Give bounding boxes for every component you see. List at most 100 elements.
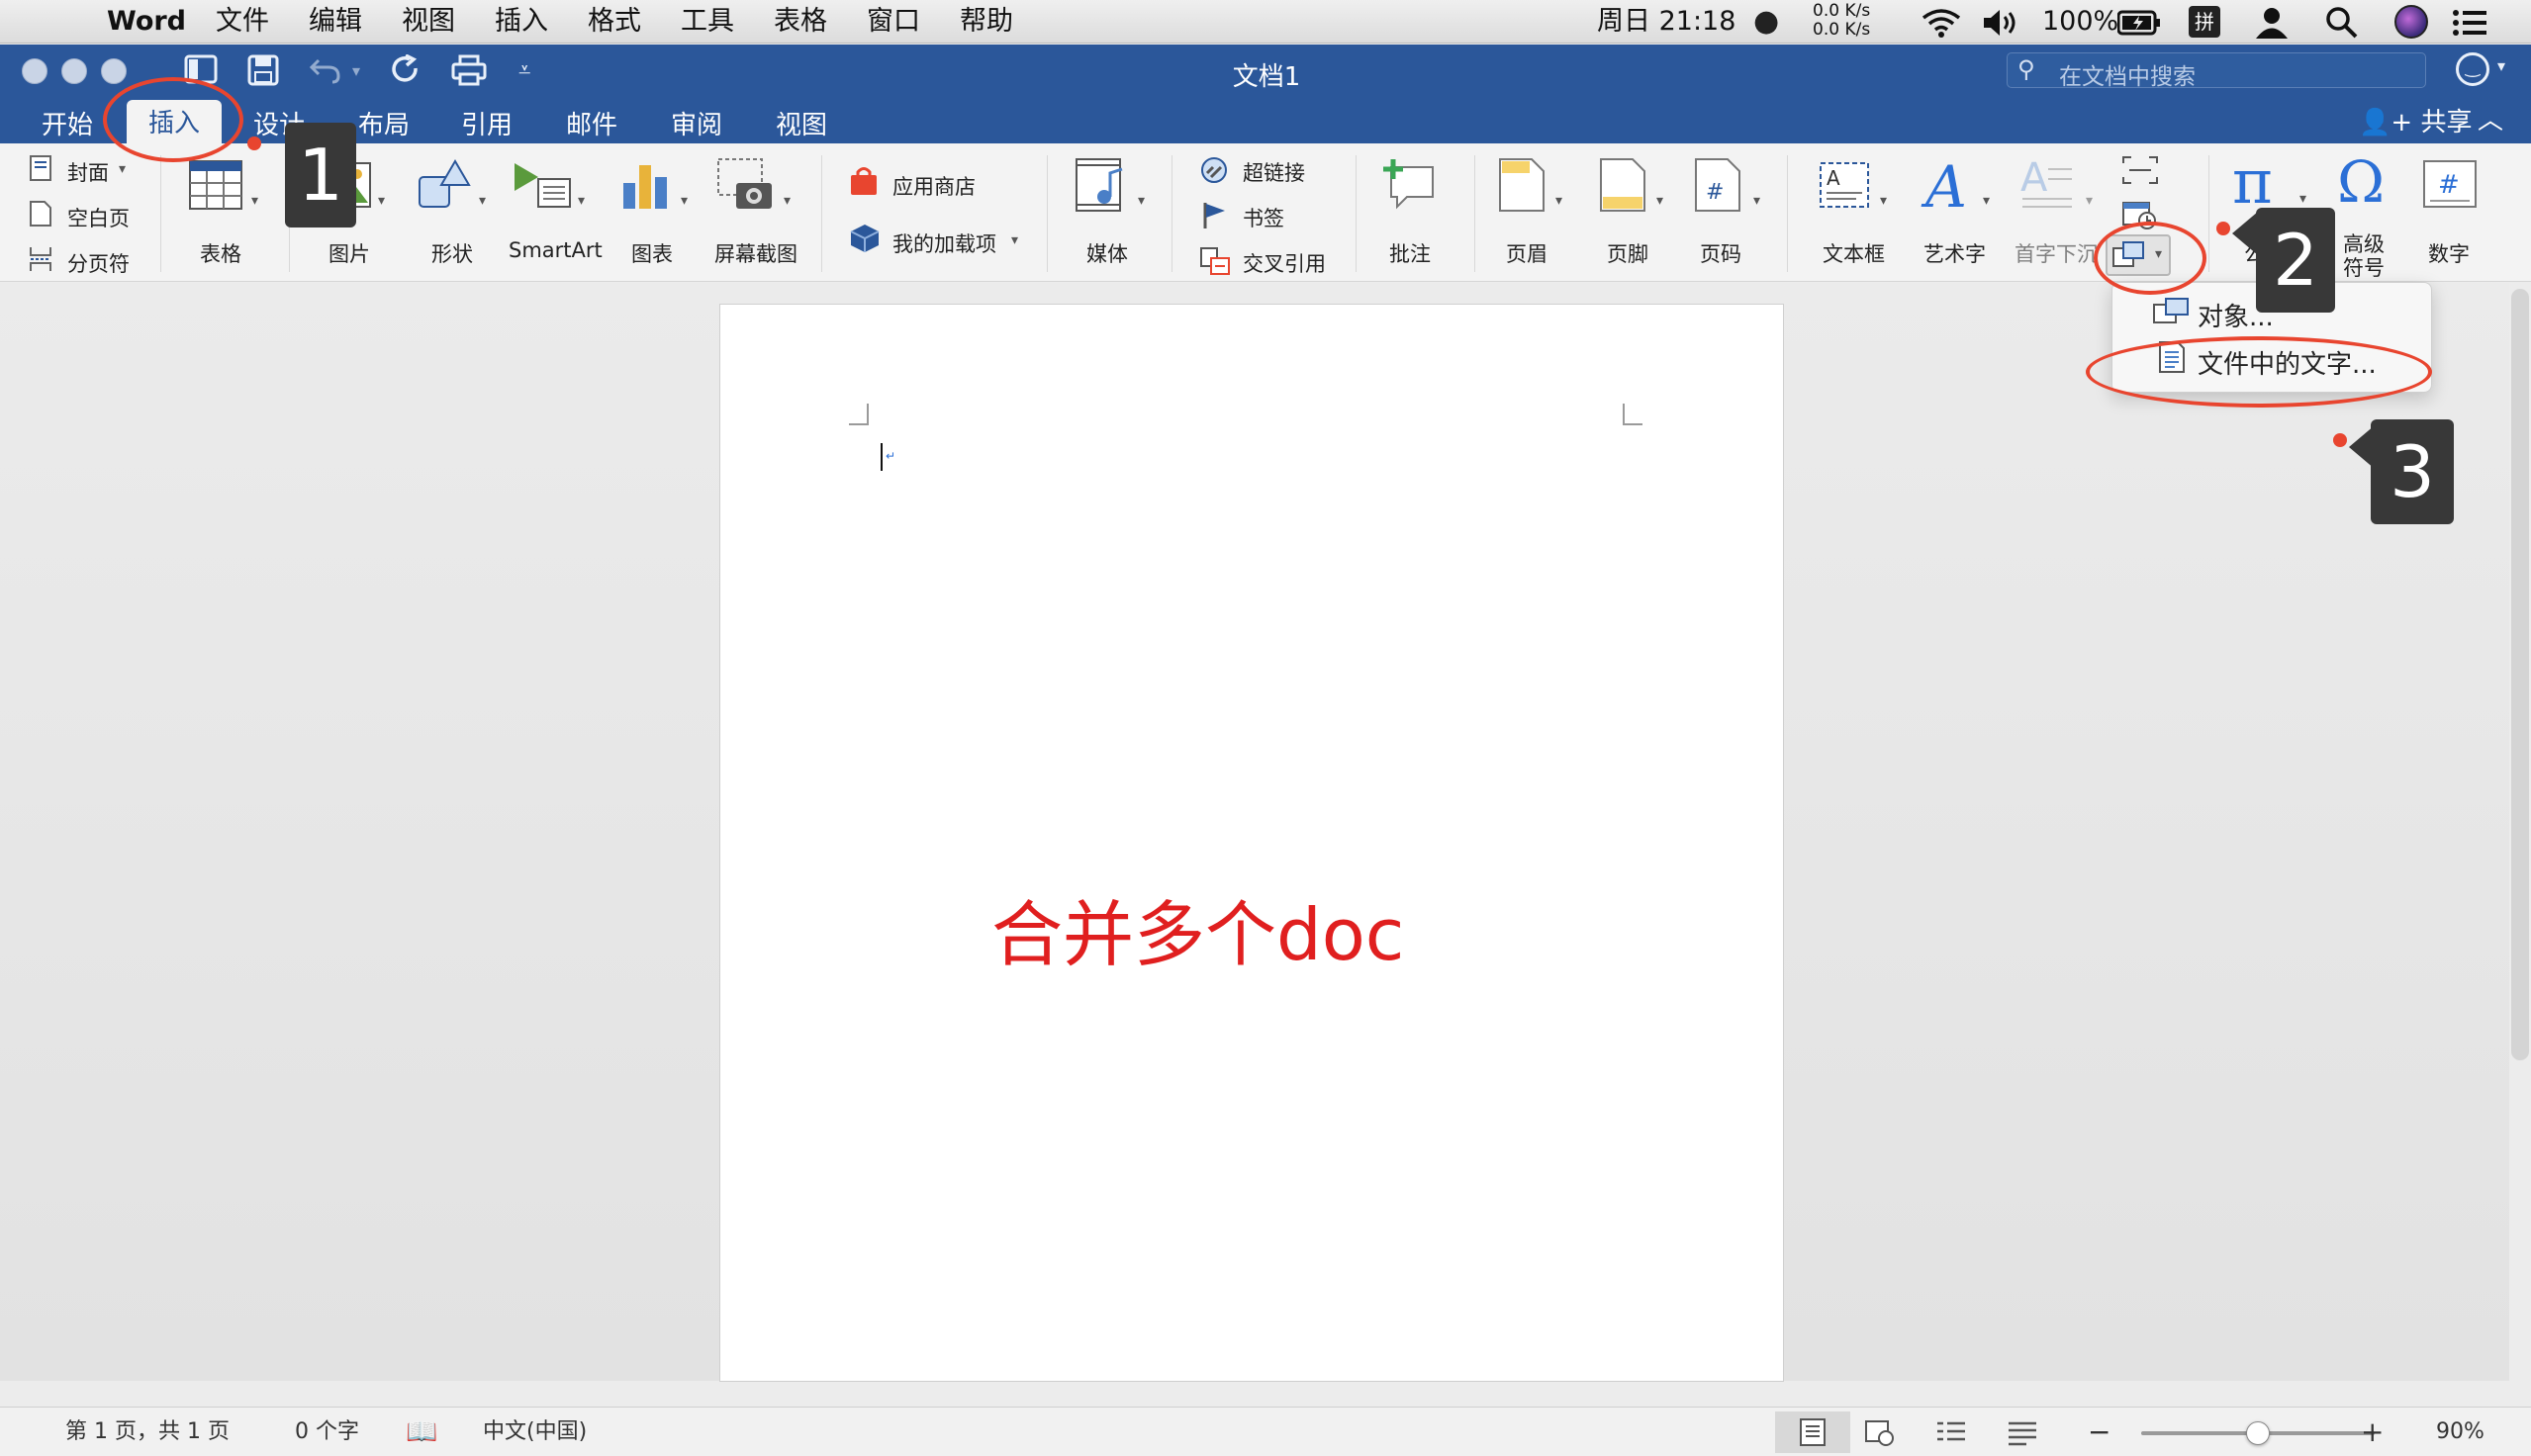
chart-dropdown-icon: ▾ — [681, 193, 689, 209]
menu-help[interactable]: 帮助 — [960, 0, 1013, 44]
my-addins-dropdown-icon: ▾ — [1011, 232, 1019, 248]
hyperlink-icon — [1201, 157, 1227, 183]
menu-file[interactable]: 文件 — [216, 0, 269, 44]
tab-mailings[interactable]: 邮件 — [566, 106, 617, 145]
annotation-step-2: 2 — [2256, 208, 2335, 313]
number-label: 数字 — [2428, 242, 2470, 266]
screenshot-icon — [717, 158, 772, 209]
siri-icon[interactable] — [2394, 5, 2428, 39]
network-speed: 0.0 K/s 0.0 K/s — [1813, 2, 1870, 40]
tab-references[interactable]: 引用 — [461, 106, 513, 145]
draft-view-icon[interactable] — [2007, 1419, 2038, 1451]
outline-view-icon[interactable] — [1935, 1419, 1967, 1451]
undo-icon[interactable] — [309, 54, 342, 92]
zoom-slider-thumb[interactable] — [2246, 1421, 2270, 1445]
media-button[interactable]: ▾ 媒体 — [1071, 155, 1154, 274]
menu-window[interactable]: 窗口 — [867, 0, 920, 44]
zoom-window-button[interactable] — [101, 58, 127, 84]
save-icon[interactable] — [247, 54, 279, 94]
menu-app-name[interactable]: Word — [107, 0, 186, 44]
web-layout-icon[interactable] — [1864, 1419, 1896, 1451]
footer-dropdown-icon: ▾ — [1656, 193, 1664, 209]
tab-layout[interactable]: 布局 — [358, 106, 410, 145]
feedback-dropdown-icon[interactable]: ▾ — [2497, 56, 2505, 75]
proofing-icon[interactable]: 📖 — [406, 1408, 437, 1456]
spotlight-icon[interactable] — [2325, 0, 2359, 44]
menu-insert[interactable]: 插入 — [495, 0, 548, 44]
signature-line-button[interactable] — [2121, 153, 2159, 187]
macos-menubar: Word 文件 编辑 视图 插入 格式 工具 表格 窗口 帮助 周日 21:18… — [0, 0, 2531, 44]
print-icon[interactable] — [451, 54, 487, 94]
header-button[interactable]: ▾ 页眉 — [1492, 155, 1571, 274]
zoom-out-button[interactable]: − — [2088, 1408, 2110, 1456]
tab-view[interactable]: 视图 — [776, 106, 827, 145]
page-break-icon — [30, 247, 51, 271]
share-label: 共享 — [2420, 108, 2473, 137]
comment-button[interactable]: 批注 — [1377, 155, 1447, 274]
page-count[interactable]: 第 1 页，共 1 页 — [65, 1408, 230, 1456]
document-body-text[interactable]: 合并多个doc — [991, 876, 1404, 980]
tab-review[interactable]: 审阅 — [671, 106, 722, 145]
word-count[interactable]: 0 个字 — [295, 1408, 359, 1456]
number-button[interactable]: # 数字 — [2416, 155, 2491, 274]
input-method-indicator[interactable]: 拼 — [2189, 6, 2220, 38]
menu-tools[interactable]: 工具 — [681, 0, 734, 44]
search-box[interactable]: ⚲ 在文档中搜索 — [2007, 52, 2426, 90]
status-bar: 第 1 页，共 1 页 0 个字 📖 中文(中国) − + 90% — [0, 1407, 2531, 1456]
dropcap-button[interactable]: A ▾ 首字下沉 — [2013, 155, 2098, 274]
close-window-button[interactable] — [22, 58, 47, 84]
media-dropdown-icon: ▾ — [1138, 193, 1146, 209]
dropcap-icon: A — [2020, 157, 2072, 208]
volume-icon[interactable] — [1981, 0, 2020, 44]
menubar-clock[interactable]: 周日 21:18 — [1597, 0, 1735, 44]
notification-center-icon[interactable] — [2452, 0, 2487, 44]
collapse-ribbon-icon[interactable]: ︿ — [2478, 100, 2503, 136]
smartart-button[interactable]: ▾ SmartArt — [505, 155, 604, 274]
paragraph-mark-icon: ↵ — [886, 449, 896, 463]
share-button[interactable]: 👤+ 共享 — [2359, 102, 2472, 138]
smartart-dropdown-icon: ▾ — [578, 193, 586, 209]
dropcap-dropdown-icon: ▾ — [2086, 193, 2094, 209]
vertical-scrollbar[interactable] — [2511, 289, 2529, 1060]
chart-button[interactable]: ▾ 图表 — [613, 155, 695, 274]
menu-format[interactable]: 格式 — [588, 0, 641, 44]
annotation-circle-text-from-file — [2086, 336, 2432, 408]
screenshot-button[interactable]: ▾ 屏幕截图 — [708, 155, 807, 274]
ribbon-separator — [821, 155, 822, 272]
blank-page-label: 空白页 — [67, 207, 130, 230]
redo-icon[interactable] — [390, 53, 422, 94]
page-number-icon: # — [1695, 158, 1740, 212]
minimize-window-button[interactable] — [61, 58, 87, 84]
shapes-button[interactable]: ▾ 形状 — [414, 155, 495, 274]
menu-edit[interactable]: 编辑 — [309, 0, 362, 44]
textbox-button[interactable]: A ▾ 文本框 — [1811, 155, 1896, 274]
tab-home[interactable]: 开始 — [42, 106, 93, 145]
print-layout-icon — [1800, 1418, 1826, 1446]
annotation-pointer-2 — [2232, 212, 2258, 255]
header-icon — [1499, 158, 1545, 212]
menu-view[interactable]: 视图 — [402, 0, 455, 44]
zoom-percentage[interactable]: 90% — [2436, 1408, 2484, 1456]
footer-button[interactable]: ▾ 页脚 — [1593, 155, 1672, 274]
page-number-button[interactable]: # ▾ 页码 — [1688, 155, 1767, 274]
table-button[interactable]: ▾ 表格 — [182, 155, 265, 274]
battery-icon[interactable] — [2116, 0, 2161, 44]
customize-toolbar-icon[interactable]: ⩡ — [518, 54, 530, 88]
wechat-icon[interactable]: ● — [1753, 0, 1779, 44]
ribbon-separator — [2208, 155, 2209, 272]
wifi-icon[interactable] — [1922, 0, 1961, 44]
language-indicator[interactable]: 中文(中国) — [483, 1408, 587, 1456]
svg-text:A: A — [1827, 166, 1840, 190]
addins-cube-icon — [850, 225, 880, 252]
zoom-in-button[interactable]: + — [2361, 1408, 2384, 1456]
wordart-icon: A — [1921, 157, 1967, 213]
wordart-button[interactable]: A ▾ 艺术字 — [1914, 155, 1999, 274]
page-number-label: 页码 — [1700, 242, 1741, 266]
print-layout-view-button[interactable] — [1775, 1411, 1850, 1453]
feedback-smiley-icon[interactable]: ‿ — [2456, 52, 2489, 86]
user-icon[interactable] — [2254, 0, 2290, 44]
document-page[interactable]: ↵ 合并多个doc — [719, 304, 1784, 1382]
undo-dropdown-icon[interactable]: ▾ — [352, 54, 360, 88]
menu-table[interactable]: 表格 — [774, 0, 827, 44]
advanced-symbol-button[interactable]: Ω 高级 符号 — [2329, 151, 2404, 284]
